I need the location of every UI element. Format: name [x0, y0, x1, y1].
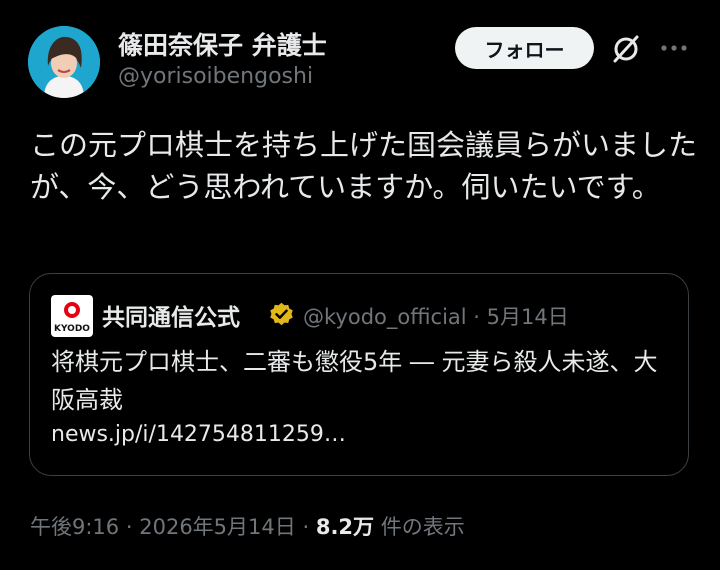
quoted-date[interactable]: 5月14日 [487, 305, 569, 329]
post-time[interactable]: 午後9:16 [30, 515, 119, 539]
post-text: この元プロ棋士を持ち上げた国会議員らがいましたが、今、どう思われていますか。伺い… [30, 128, 698, 204]
more-dots-icon[interactable] [660, 44, 688, 52]
post-footer: 午後9:16 · 2026年5月14日 · 8.2万 件の表示 [30, 511, 465, 541]
quoted-text: 将棋元プロ棋士、二審も懲役5年 ― 元妻ら殺人未遂、大阪高裁 [51, 348, 658, 414]
gold-verified-badge-icon [270, 302, 293, 326]
kyodo-logo: KYODO [51, 295, 93, 337]
views-count[interactable]: 8.2万 [316, 515, 374, 539]
author-display-name[interactable]: 篠田奈保子 弁護士 [118, 26, 327, 62]
quoted-separator: · [473, 305, 480, 329]
kyodo-logo-text: KYODO [54, 324, 90, 334]
quoted-post[interactable]: KYODO 共同通信公式 @kyodo_official · 5月14日 将棋元… [29, 273, 689, 476]
footer-separator: · [302, 515, 310, 539]
avatar[interactable] [28, 26, 100, 98]
grok-slash-icon[interactable] [610, 33, 642, 65]
quoted-link[interactable]: news.jp/i/142754811259… [51, 422, 346, 447]
quoted-meta: @kyodo_official · 5月14日 [303, 301, 569, 331]
avatar-image [28, 26, 100, 98]
views-label: 件の表示 [380, 515, 465, 539]
post-date[interactable]: 2026年5月14日 [139, 515, 296, 539]
quoted-display-name[interactable]: 共同通信公式 [102, 298, 240, 332]
author-handle[interactable]: @yorisoibengoshi [118, 64, 313, 89]
footer-separator: · [125, 515, 133, 539]
quoted-handle[interactable]: @kyodo_official [303, 305, 467, 329]
follow-button[interactable]: フォロー [455, 27, 594, 69]
